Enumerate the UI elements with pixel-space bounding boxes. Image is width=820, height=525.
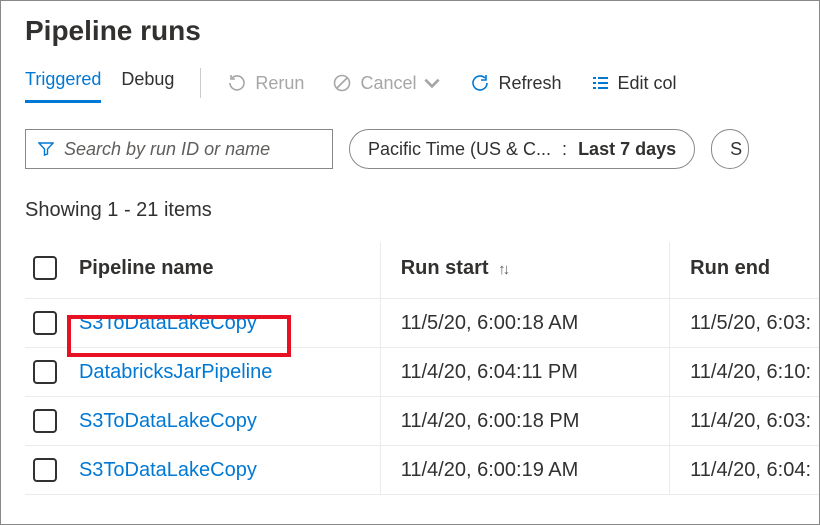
filter-icon (38, 141, 54, 157)
run-start-cell: 11/4/20, 6:04:11 PM (380, 348, 669, 397)
sort-icon: ↑↓ (498, 261, 507, 278)
tabs: Triggered Debug (25, 63, 174, 103)
table-row: S3ToDataLakeCopy 11/4/20, 6:00:18 PM11/4/… (25, 397, 819, 446)
run-end-cell: 11/4/20, 6:04: (670, 446, 819, 495)
edit-columns-button[interactable]: Edit col (590, 73, 677, 94)
list-icon (590, 73, 610, 93)
run-start-label: Run start (401, 257, 489, 279)
table-row: S3ToDataLakeCopy 11/4/20, 6:00:19 AM11/4/… (25, 446, 819, 495)
filter-separator: : (557, 139, 572, 160)
chevron-down-icon (422, 73, 442, 93)
divider (200, 68, 201, 98)
edit-columns-label: Edit col (618, 73, 677, 94)
rerun-icon (227, 73, 247, 93)
column-run-start[interactable]: Run start ↑↓ (380, 242, 669, 299)
extra-filter-label: S (730, 139, 742, 160)
runs-table: Pipeline name Run start ↑↓ Run end S3ToD… (25, 242, 819, 495)
row-checkbox[interactable] (33, 458, 57, 482)
select-all-checkbox[interactable] (33, 256, 57, 280)
table-row: DatabricksJarPipeline 11/4/20, 6:04:11 PM… (25, 348, 819, 397)
cancel-button[interactable]: Cancel (332, 73, 442, 94)
rerun-label: Rerun (255, 73, 304, 94)
pipeline-name-link[interactable]: S3ToDataLakeCopy (79, 459, 257, 481)
run-start-cell: 11/4/20, 6:00:19 AM (380, 446, 669, 495)
run-start-cell: 11/5/20, 6:00:18 AM (380, 299, 669, 348)
filter-row: Search by run ID or name Pacific Time (U… (25, 129, 819, 169)
tab-command-row: Triggered Debug Rerun Cancel Refresh Edi… (25, 63, 819, 103)
search-input[interactable]: Search by run ID or name (25, 129, 333, 169)
pipeline-name-link[interactable]: S3ToDataLakeCopy (79, 410, 257, 432)
command-bar: Rerun Cancel Refresh Edit col (227, 73, 676, 94)
cancel-label: Cancel (360, 73, 416, 94)
timezone-label: Pacific Time (US & C... (368, 139, 551, 160)
table-header-row: Pipeline name Run start ↑↓ Run end (25, 242, 819, 299)
refresh-icon (470, 73, 490, 93)
run-end-cell: 11/4/20, 6:03: (670, 397, 819, 446)
search-placeholder: Search by run ID or name (64, 139, 270, 160)
table-row: S3ToDataLakeCopy 11/5/20, 6:00:18 AM11/5/… (25, 299, 819, 348)
time-filter-pill[interactable]: Pacific Time (US & C... : Last 7 days (349, 129, 695, 169)
range-label: Last 7 days (578, 139, 676, 160)
row-checkbox[interactable] (33, 311, 57, 335)
row-checkbox[interactable] (33, 360, 57, 384)
tab-triggered[interactable]: Triggered (25, 63, 101, 103)
cancel-icon (332, 73, 352, 93)
column-pipeline-name[interactable]: Pipeline name (71, 242, 380, 299)
page-title: Pipeline runs (25, 15, 819, 47)
row-checkbox[interactable] (33, 409, 57, 433)
run-start-cell: 11/4/20, 6:00:18 PM (380, 397, 669, 446)
run-end-cell: 11/4/20, 6:10: (670, 348, 819, 397)
tab-debug[interactable]: Debug (121, 63, 174, 103)
refresh-button[interactable]: Refresh (470, 73, 561, 94)
showing-count: Showing 1 - 21 items (25, 199, 819, 222)
run-end-cell: 11/5/20, 6:03: (670, 299, 819, 348)
extra-filter-pill[interactable]: S (711, 129, 749, 169)
refresh-label: Refresh (498, 73, 561, 94)
pipeline-name-link[interactable]: DatabricksJarPipeline (79, 361, 272, 383)
rerun-button[interactable]: Rerun (227, 73, 304, 94)
pipeline-name-link[interactable]: S3ToDataLakeCopy (79, 312, 257, 334)
column-run-end[interactable]: Run end (670, 242, 819, 299)
